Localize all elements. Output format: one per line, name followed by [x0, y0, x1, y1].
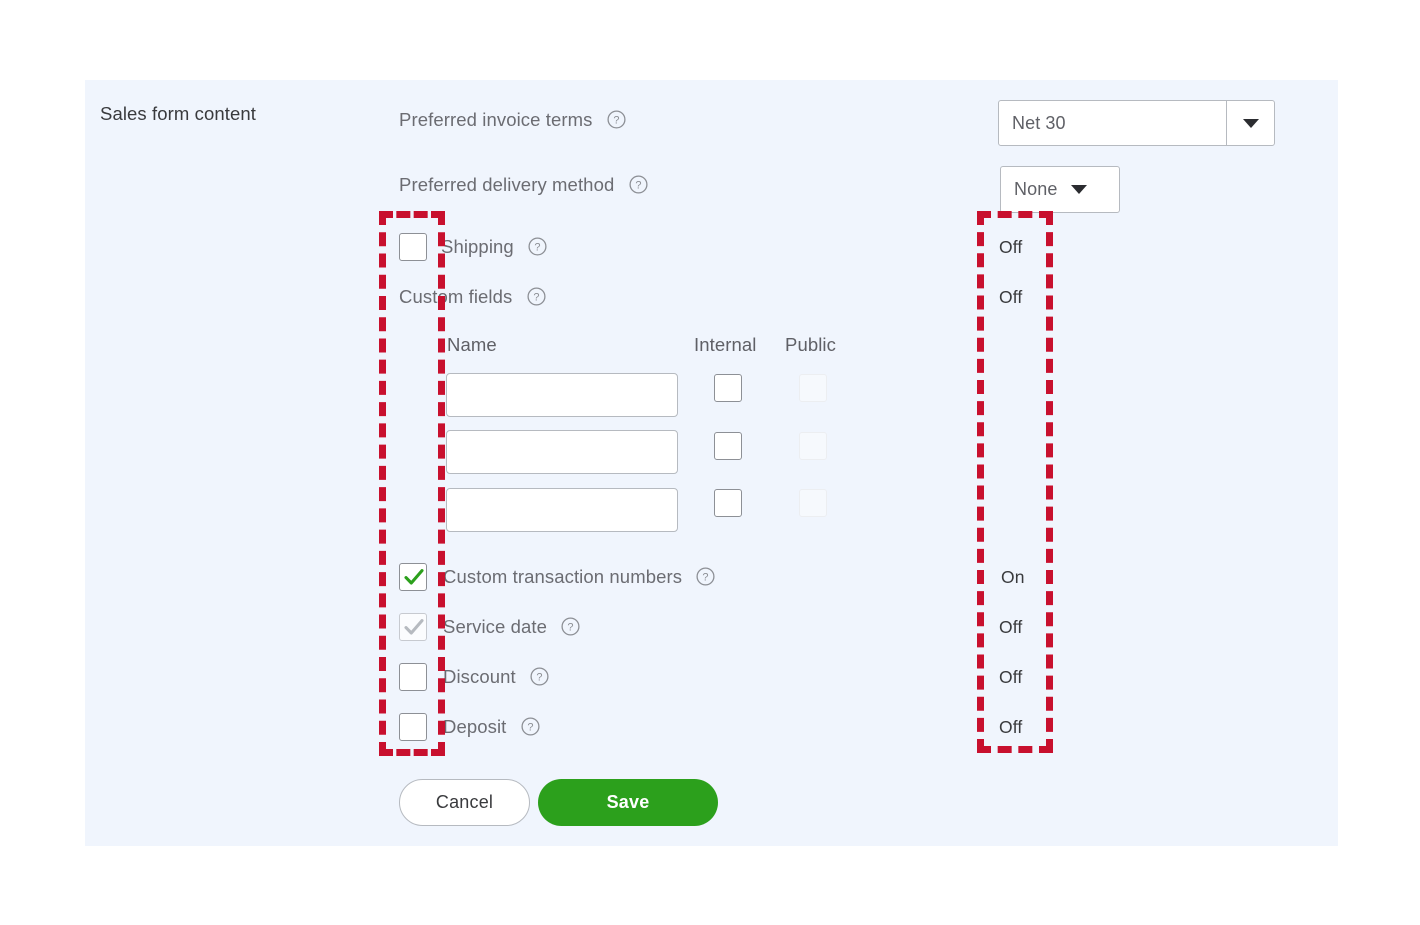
preferred-invoice-terms-label-text: Preferred invoice terms [399, 109, 593, 130]
custom-transaction-numbers-status: On [1001, 567, 1025, 587]
custom-fields-column-internal: Internal [694, 334, 757, 355]
svg-text:?: ? [533, 292, 539, 304]
service-date-label-text: Service date [443, 616, 548, 637]
check-icon [404, 569, 424, 585]
preferred-delivery-method-label-text: Preferred delivery method [399, 174, 615, 195]
shipping-label-text: Shipping [441, 236, 514, 257]
service-date-checkbox [399, 613, 427, 641]
cancel-button[interactable]: Cancel [399, 779, 530, 826]
custom-fields-status: Off [999, 287, 1023, 307]
preferred-invoice-terms-label: Preferred invoice terms ? [399, 109, 626, 131]
question-circle-icon[interactable]: ? [521, 717, 540, 736]
custom-fields-label: Custom fields ? [399, 286, 546, 308]
question-circle-icon[interactable]: ? [607, 110, 626, 129]
svg-text:?: ? [527, 722, 533, 734]
svg-text:?: ? [534, 242, 540, 254]
custom-transaction-numbers-checkbox[interactable] [399, 563, 427, 591]
svg-text:?: ? [703, 572, 709, 584]
deposit-label: Deposit ? [443, 716, 540, 738]
shipping-checkbox[interactable] [399, 233, 427, 261]
discount-status: Off [999, 667, 1023, 687]
svg-text:?: ? [635, 180, 641, 192]
check-icon [404, 619, 424, 635]
custom-field-public-checkbox [799, 432, 827, 460]
custom-transaction-numbers-label: Custom transaction numbers ? [443, 566, 715, 588]
custom-transaction-numbers-label-text: Custom transaction numbers [443, 566, 683, 587]
service-date-status: Off [999, 617, 1023, 637]
deposit-label-text: Deposit [443, 716, 507, 737]
custom-field-internal-checkbox[interactable] [714, 432, 742, 460]
custom-field-internal-checkbox[interactable] [714, 374, 742, 402]
svg-text:?: ? [536, 672, 542, 684]
custom-field-name-input[interactable] [446, 430, 678, 474]
preferred-invoice-terms-value: Net 30 [1012, 112, 1066, 133]
preferred-invoice-terms-dropdown-button[interactable] [1226, 101, 1274, 145]
deposit-status: Off [999, 717, 1023, 737]
preferred-delivery-method-value: None [1014, 179, 1058, 199]
question-circle-icon[interactable]: ? [530, 667, 549, 686]
preferred-delivery-method-dropdown[interactable]: None [1000, 166, 1120, 213]
sales-form-content-panel [85, 80, 1338, 846]
custom-fields-label-text: Custom fields [399, 286, 513, 307]
custom-fields-column-name: Name [447, 334, 497, 355]
preferred-delivery-method-label: Preferred delivery method ? [399, 174, 648, 196]
shipping-status: Off [999, 237, 1023, 257]
question-circle-icon[interactable]: ? [528, 237, 547, 256]
caret-down-icon [1242, 118, 1259, 128]
preferred-invoice-terms-dropdown[interactable]: Net 30 [998, 100, 1275, 146]
discount-label: Discount ? [443, 666, 549, 688]
shipping-label: Shipping ? [441, 236, 547, 258]
svg-text:?: ? [568, 622, 574, 634]
custom-field-public-checkbox [799, 374, 827, 402]
service-date-label: Service date ? [443, 616, 580, 638]
question-circle-icon[interactable]: ? [629, 175, 648, 194]
preferred-delivery-method-dropdown-button[interactable] [1071, 185, 1088, 194]
custom-field-name-input[interactable] [446, 488, 678, 532]
question-circle-icon[interactable]: ? [527, 287, 546, 306]
custom-field-public-checkbox [799, 489, 827, 517]
question-circle-icon[interactable]: ? [561, 617, 580, 636]
svg-text:?: ? [613, 115, 619, 127]
discount-label-text: Discount [443, 666, 516, 687]
question-circle-icon[interactable]: ? [696, 567, 715, 586]
caret-down-icon [1071, 185, 1088, 194]
discount-checkbox[interactable] [399, 663, 427, 691]
deposit-checkbox[interactable] [399, 713, 427, 741]
custom-fields-column-public: Public [785, 334, 836, 355]
custom-field-name-input[interactable] [446, 373, 678, 417]
save-button[interactable]: Save [538, 779, 718, 826]
custom-field-internal-checkbox[interactable] [714, 489, 742, 517]
page-title: Sales form content [100, 103, 257, 124]
